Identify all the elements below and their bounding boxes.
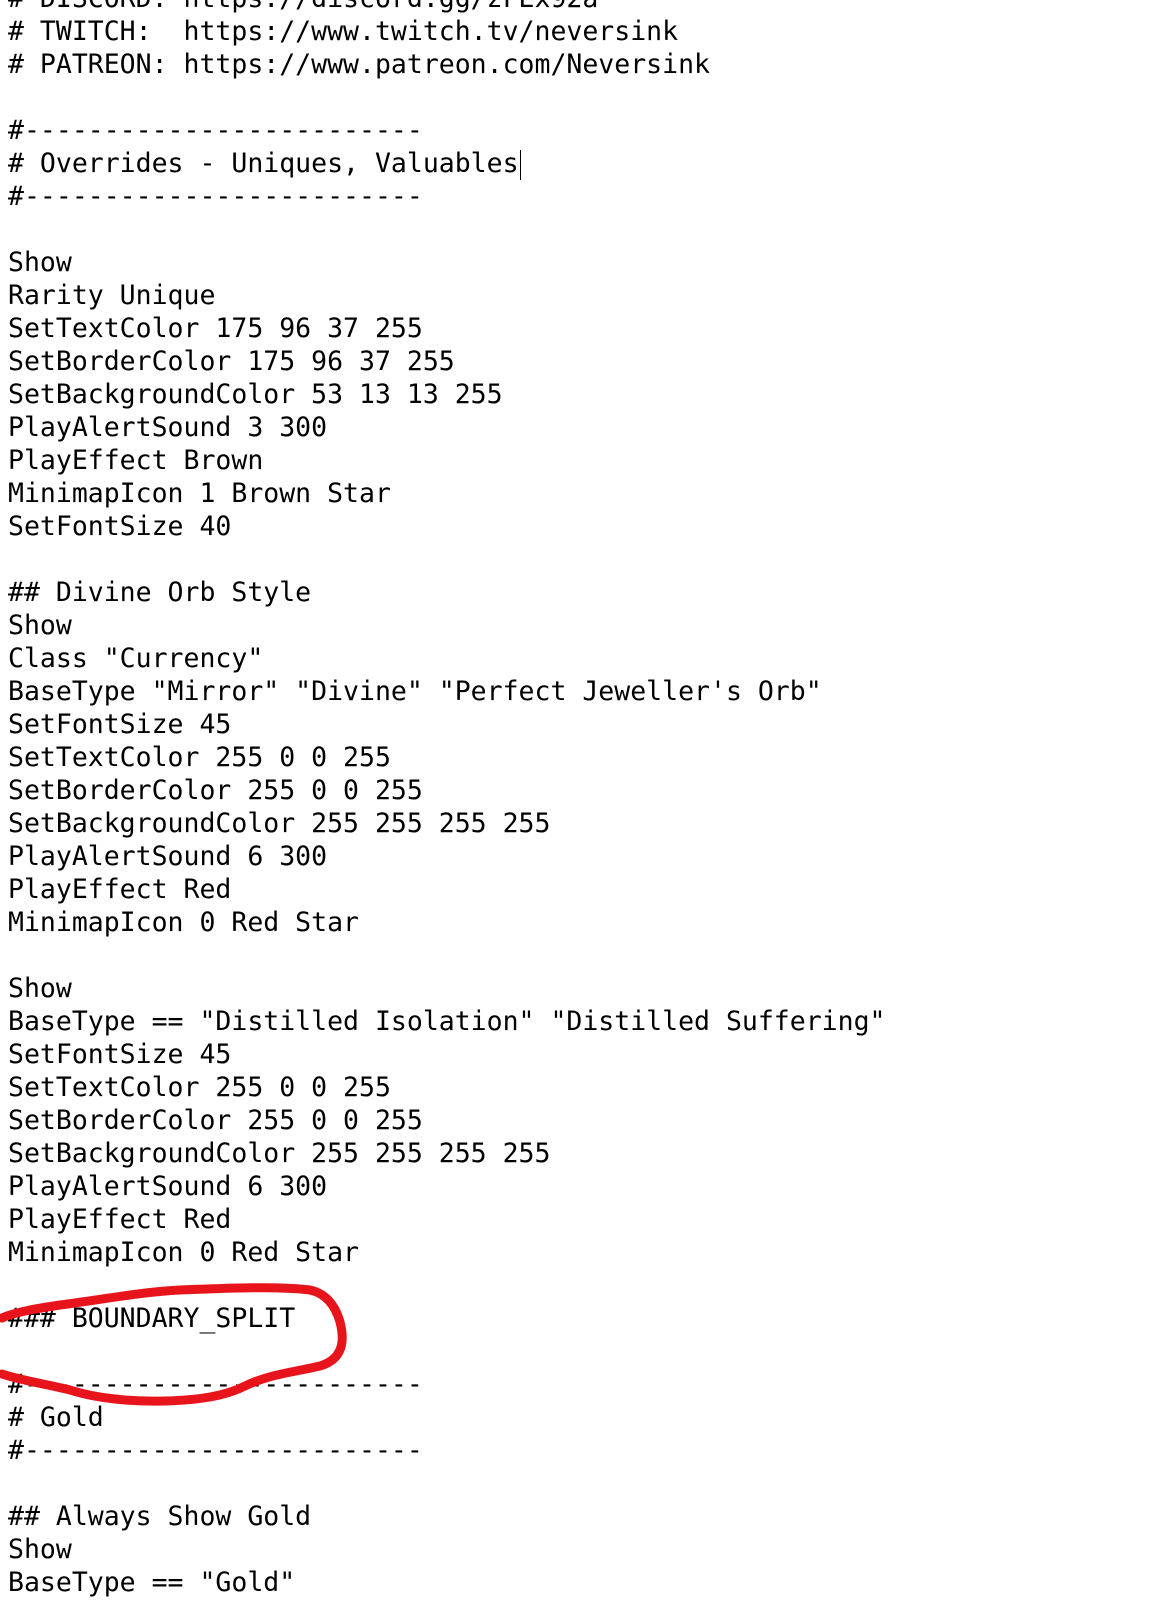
editor-line-text: #------------------------- (8, 181, 423, 212)
editor-line-text: SetTextColor 255 0 0 255 (8, 742, 391, 773)
editor-line-text: Class "Currency" (8, 643, 264, 674)
editor-line: BaseType == "Distilled Isolation" "Disti… (8, 1005, 886, 1038)
editor-line-text: PlayEffect Red (8, 874, 232, 905)
editor-line-text: SetTextColor 255 0 0 255 (8, 1072, 391, 1103)
editor-line-text: SetBackgroundColor 255 255 255 255 (8, 808, 551, 839)
editor-line: MinimapIcon 1 Brown Star (8, 477, 886, 510)
editor-line-text: SetFontSize 45 (8, 709, 232, 740)
editor-line-text: SetBorderColor 255 0 0 255 (8, 1105, 423, 1136)
editor-line: SetBackgroundColor 255 255 255 255 (8, 807, 886, 840)
editor-line-text: # PATREON: https://www.patreon.com/Never… (8, 49, 710, 80)
editor-line-text: SetBorderColor 175 96 37 255 (8, 346, 455, 377)
editor-line: SetBorderColor 175 96 37 255 (8, 345, 886, 378)
editor-line: BaseType == "Gold" (8, 1566, 886, 1599)
editor-line: ### BOUNDARY_SPLIT (8, 1302, 886, 1335)
editor-line-text: PlayAlertSound 6 300 (8, 1171, 328, 1202)
editor-line: Rarity Unique (8, 279, 886, 312)
editor-line-text: #------------------------- (8, 1369, 423, 1400)
editor-line-text: Show (8, 1534, 72, 1565)
editor-line: Show (8, 972, 886, 1005)
editor-line: # TWITCH: https://www.twitch.tv/neversin… (8, 15, 886, 48)
editor-line: SetBorderColor 255 0 0 255 (8, 774, 886, 807)
editor-line: # Overrides - Uniques, Valuables (8, 147, 886, 180)
editor-line: Show (8, 1533, 886, 1566)
editor-line: #------------------------- (8, 114, 886, 147)
editor-line-text: ## Always Show Gold (8, 1501, 312, 1532)
editor-line-text: MinimapIcon 0 Red Star (8, 1237, 359, 1268)
editor-line: SetBackgroundColor 53 13 13 255 (8, 378, 886, 411)
editor-line: MinimapIcon 0 Red Star (8, 906, 886, 939)
editor-line: SetFontSize 40 (8, 510, 886, 543)
editor-line: #------------------------- (8, 180, 886, 213)
editor-line: PlayAlertSound 3 300 (8, 411, 886, 444)
editor-line-text: BaseType "Mirror" "Divine" "Perfect Jewe… (8, 676, 822, 707)
text-editor[interactable]: # DISCORD: https://discord.gg/zFEx92a # T… (0, 0, 1154, 1618)
editor-line: PlayEffect Red (8, 873, 886, 906)
editor-line: Show (8, 609, 886, 642)
editor-line-text: SetTextColor 175 96 37 255 (8, 313, 423, 344)
editor-line: # Gold (8, 1401, 886, 1434)
editor-line: PlayEffect Red (8, 1203, 886, 1236)
editor-line: SetTextColor 255 0 0 255 (8, 1071, 886, 1104)
editor-line-text: SetBackgroundColor 255 255 255 255 (8, 1138, 551, 1169)
editor-line: ## Divine Orb Style (8, 576, 886, 609)
editor-line-text: ## Divine Orb Style (8, 577, 312, 608)
editor-line: Class "Currency" (8, 642, 886, 675)
editor-line-text: # TWITCH: https://www.twitch.tv/neversin… (8, 16, 679, 47)
editor-lines: # DISCORD: https://discord.gg/zFEx92a # T… (8, 0, 886, 1599)
editor-line: PlayEffect Brown (8, 444, 886, 477)
editor-line-text: PlayAlertSound 6 300 (8, 841, 328, 872)
editor-line-text: BaseType == "Gold" (8, 1567, 296, 1598)
editor-line-text: PlayEffect Red (8, 1204, 232, 1235)
editor-line: SetBackgroundColor 255 255 255 255 (8, 1137, 886, 1170)
editor-line-text: # Gold (8, 1402, 104, 1433)
editor-line: #------------------------- (8, 1434, 886, 1467)
editor-line-text: Rarity Unique (8, 280, 216, 311)
editor-line: BaseType "Mirror" "Divine" "Perfect Jewe… (8, 675, 886, 708)
editor-line-text: MinimapIcon 1 Brown Star (8, 478, 391, 509)
text-caret (519, 149, 522, 180)
editor-line-text: ### BOUNDARY_SPLIT (8, 1303, 296, 1334)
editor-line: PlayAlertSound 6 300 (8, 840, 886, 873)
editor-line-text: Show (8, 247, 72, 278)
editor-line: PlayAlertSound 6 300 (8, 1170, 886, 1203)
editor-line-text: PlayAlertSound 3 300 (8, 412, 328, 443)
editor-line-text: PlayEffect Brown (8, 445, 264, 476)
editor-line-text: SetBackgroundColor 53 13 13 255 (8, 379, 503, 410)
editor-line: SetBorderColor 255 0 0 255 (8, 1104, 886, 1137)
editor-line-text: MinimapIcon 0 Red Star (8, 907, 359, 938)
editor-line: ## Always Show Gold (8, 1500, 886, 1533)
editor-line: SetTextColor 175 96 37 255 (8, 312, 886, 345)
editor-line: #------------------------- (8, 1368, 886, 1401)
editor-line-text: Show (8, 610, 72, 641)
editor-line-text: Show (8, 973, 72, 1004)
editor-line-text: # DISCORD: https://discord.gg/zFEx92a (8, 0, 598, 14)
editor-line: # DISCORD: https://discord.gg/zFEx92a (8, 0, 886, 15)
editor-line-text: #------------------------- (8, 1435, 423, 1466)
editor-line: Show (8, 246, 886, 279)
editor-line-text: #------------------------- (8, 115, 423, 146)
editor-line-text: SetFontSize 40 (8, 511, 232, 542)
editor-line-text: BaseType == "Distilled Isolation" "Disti… (8, 1006, 886, 1037)
editor-line: SetFontSize 45 (8, 708, 886, 741)
editor-line: SetTextColor 255 0 0 255 (8, 741, 886, 774)
editor-line-text: # Overrides - Uniques, Valuables (8, 148, 519, 179)
editor-line: SetFontSize 45 (8, 1038, 886, 1071)
editor-line: MinimapIcon 0 Red Star (8, 1236, 886, 1269)
editor-line-text: SetFontSize 45 (8, 1039, 232, 1070)
editor-line-text: SetBorderColor 255 0 0 255 (8, 775, 423, 806)
editor-line: # PATREON: https://www.patreon.com/Never… (8, 48, 886, 81)
